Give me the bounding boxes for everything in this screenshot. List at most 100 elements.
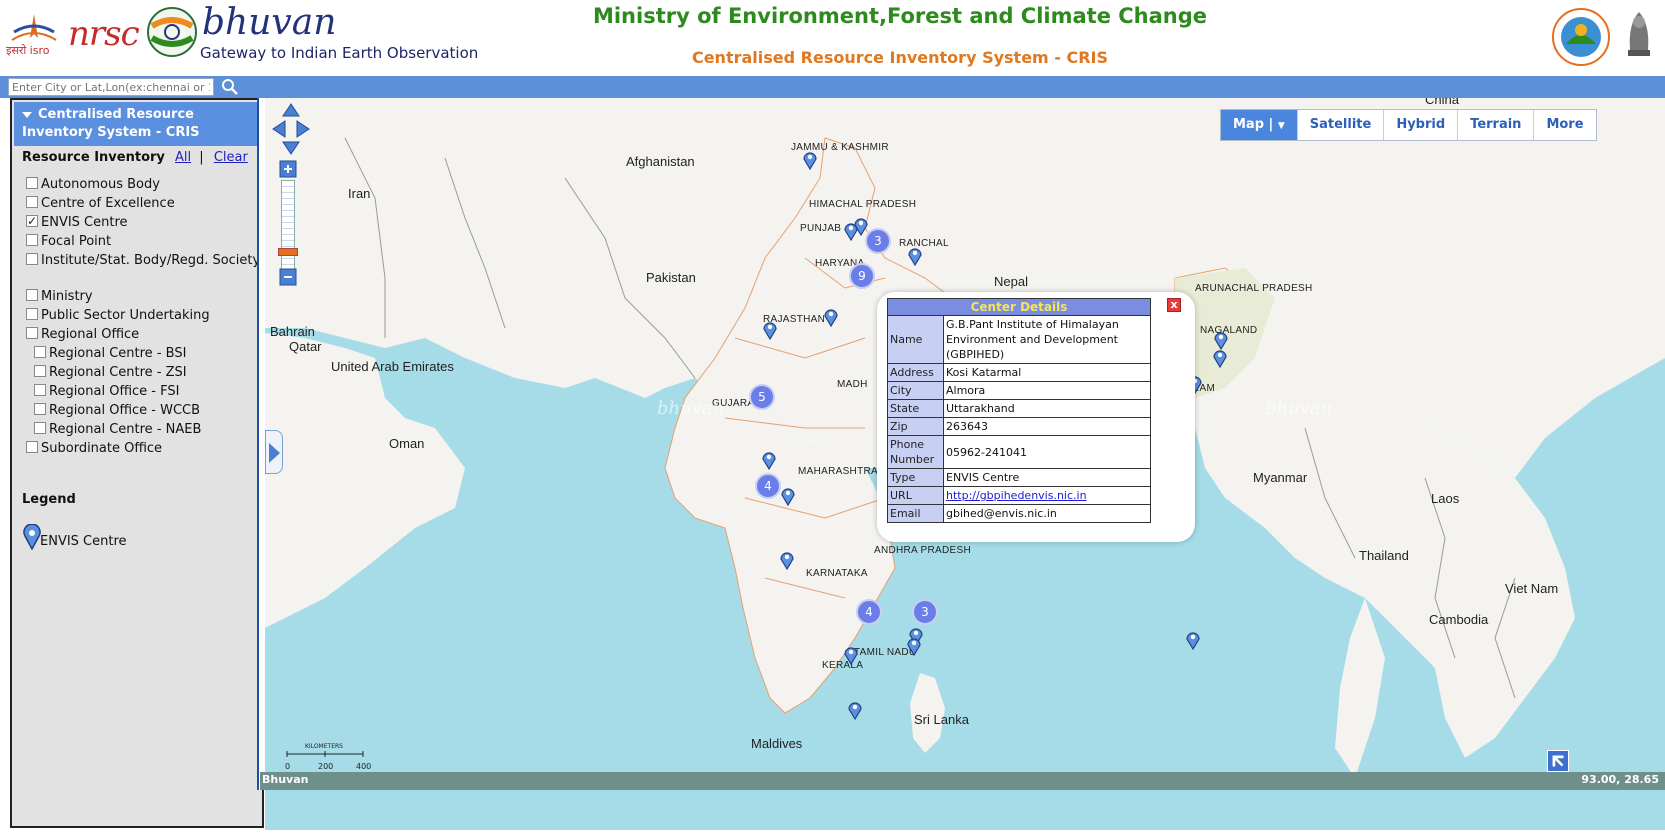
checkbox-label: Regional Office	[41, 327, 140, 342]
select-all-link[interactable]: All	[175, 150, 191, 165]
envis-marker-icon[interactable]	[802, 150, 818, 170]
national-emblem	[1628, 12, 1650, 56]
map-canvas[interactable]: China Afghanistan Iran Pakistan Nepal Ba…	[265, 98, 1665, 830]
checkbox-autonomous-body[interactable]: Autonomous Body	[26, 176, 262, 194]
header: इसरो isro nrsc bhuvan Gateway to Indian …	[0, 0, 1665, 76]
label-andhra-pradesh: ANDHRA PRADESH	[874, 545, 971, 556]
checkbox-box[interactable]	[34, 346, 46, 358]
zoom-in-icon[interactable]	[279, 160, 297, 178]
envis-marker-icon[interactable]	[823, 307, 839, 327]
checkbox-label: Centre of Excellence	[41, 196, 175, 211]
checkbox-subordinate-office[interactable]: Subordinate Office	[26, 440, 262, 458]
envis-marker-icon[interactable]	[906, 636, 922, 656]
checkbox-ministry[interactable]: Ministry	[26, 288, 262, 306]
detail-key: Type	[887, 468, 944, 487]
pan-control[interactable]	[271, 102, 311, 156]
envis-marker-icon[interactable]	[1213, 330, 1229, 350]
zoom-slider-handle[interactable]	[278, 248, 298, 256]
marker-cluster[interactable]: 4	[755, 473, 781, 499]
checkbox-regional-centre-bsi[interactable]: Regional Centre - BSI	[34, 345, 270, 363]
label-afghanistan: Afghanistan	[626, 154, 695, 169]
zoom-slider[interactable]	[281, 180, 295, 270]
checkbox-box[interactable]	[34, 403, 46, 415]
checkbox-label: Ministry	[41, 289, 93, 304]
map-type-map[interactable]: Map | ▼	[1221, 110, 1298, 140]
checkbox-envis-centre[interactable]: ENVIS Centre	[26, 212, 262, 232]
expand-panel-button[interactable]	[265, 430, 283, 474]
zoom-out-icon[interactable]	[279, 268, 297, 286]
search-icon[interactable]	[220, 78, 240, 96]
checkbox-label: Regional Centre - NAEB	[49, 422, 202, 437]
label-qatar: Qatar	[289, 339, 322, 354]
bhuvan-logo	[147, 7, 197, 57]
resource-inventory-row: Resource Inventory All | Clear	[22, 150, 248, 165]
checkbox-box[interactable]	[26, 308, 38, 320]
checkbox-box[interactable]	[26, 234, 38, 246]
envis-marker-icon[interactable]	[847, 700, 863, 720]
detail-value: Uttarakhand	[943, 399, 1151, 418]
checkbox-box[interactable]	[26, 196, 38, 208]
map-type-hybrid[interactable]: Hybrid	[1384, 110, 1459, 140]
envis-marker-icon[interactable]	[907, 246, 923, 266]
checkbox-regional-office[interactable]: Regional Office	[26, 326, 262, 344]
checkbox-label: Regional Centre - ZSI	[49, 365, 187, 380]
marker-cluster[interactable]: 3	[865, 228, 891, 254]
label-bahrain: Bahrain	[270, 324, 315, 339]
checkbox-label: Autonomous Body	[41, 177, 160, 192]
checkbox-institute[interactable]: Institute/Stat. Body/Regd. Society	[26, 252, 262, 270]
checkbox-regional-office-fsi[interactable]: Regional Office - FSI	[34, 383, 270, 401]
envis-marker-icon[interactable]	[1185, 630, 1201, 650]
map-type-switcher: Map | ▼ Satellite Hybrid Terrain More	[1220, 109, 1597, 141]
envis-marker-icon[interactable]	[762, 320, 778, 340]
label-thailand: Thailand	[1359, 548, 1409, 563]
overview-toggle-icon[interactable]	[1547, 750, 1569, 772]
center-url-link[interactable]: http://gbpihedenvis.nic.in	[946, 489, 1087, 502]
scale-tick: 200	[318, 762, 333, 771]
checkbox-regional-centre-zsi[interactable]: Regional Centre - ZSI	[34, 364, 270, 382]
location-search-input[interactable]	[8, 78, 214, 96]
checkbox-box[interactable]	[34, 422, 46, 434]
scale-tick: 0	[285, 762, 290, 771]
checkbox-box[interactable]	[26, 212, 38, 230]
play-arrow-icon	[269, 443, 280, 463]
checkbox-box[interactable]	[34, 384, 46, 396]
label-maldives: Maldives	[751, 736, 803, 751]
marker-cluster[interactable]: 5	[749, 384, 775, 410]
label-myanmar: Myanmar	[1253, 470, 1308, 485]
detail-key: State	[887, 399, 944, 418]
checkbox-label: Institute/Stat. Body/Regd. Society	[41, 253, 261, 268]
checkbox-box[interactable]	[26, 177, 38, 189]
checkbox-label: Regional Office - WCCB	[49, 403, 201, 418]
resource-panel: Centralised Resource Inventory System - …	[10, 98, 264, 828]
checkbox-box[interactable]	[26, 253, 38, 265]
label-uae: United Arab Emirates	[331, 359, 454, 374]
legend-label: ENVIS Centre	[40, 534, 127, 549]
checkbox-box[interactable]	[26, 441, 38, 453]
checkbox-regional-office-wccb[interactable]: Regional Office - WCCB	[34, 402, 270, 420]
envis-marker-icon[interactable]	[761, 450, 777, 470]
checkbox-regional-centre-naeb[interactable]: Regional Centre - NAEB	[34, 421, 270, 439]
label-maharashtra: MAHARASHTRA	[798, 466, 878, 477]
panel-header[interactable]: Centralised Resource Inventory System - …	[14, 102, 260, 146]
checkbox-centre-of-excellence[interactable]: Centre of Excellence	[26, 195, 262, 213]
close-icon[interactable]: x	[1167, 298, 1181, 312]
checkbox-box[interactable]	[34, 365, 46, 377]
map-type-satellite[interactable]: Satellite	[1297, 110, 1385, 140]
map-type-terrain[interactable]: Terrain	[1458, 110, 1535, 140]
envis-marker-icon[interactable]	[843, 645, 859, 665]
envis-marker-icon[interactable]	[780, 486, 796, 506]
scale-tick: 400	[356, 762, 371, 771]
marker-cluster[interactable]: 3	[912, 599, 938, 625]
map-type-more[interactable]: More	[1534, 110, 1596, 140]
envis-marker-icon[interactable]	[1212, 348, 1228, 368]
marker-cluster[interactable]: 9	[849, 263, 875, 289]
checkbox-psu[interactable]: Public Sector Undertaking	[26, 307, 262, 325]
clear-link[interactable]: Clear	[214, 150, 248, 165]
checkbox-box[interactable]	[26, 327, 38, 339]
checkbox-focal-point[interactable]: Focal Point	[26, 233, 262, 251]
envis-marker-icon[interactable]	[779, 550, 795, 570]
marker-cluster[interactable]: 4	[856, 599, 882, 625]
checkbox-box[interactable]	[26, 289, 38, 301]
resource-inventory-label: Resource Inventory	[22, 150, 165, 165]
label-srilanka: Sri Lanka	[914, 712, 969, 727]
